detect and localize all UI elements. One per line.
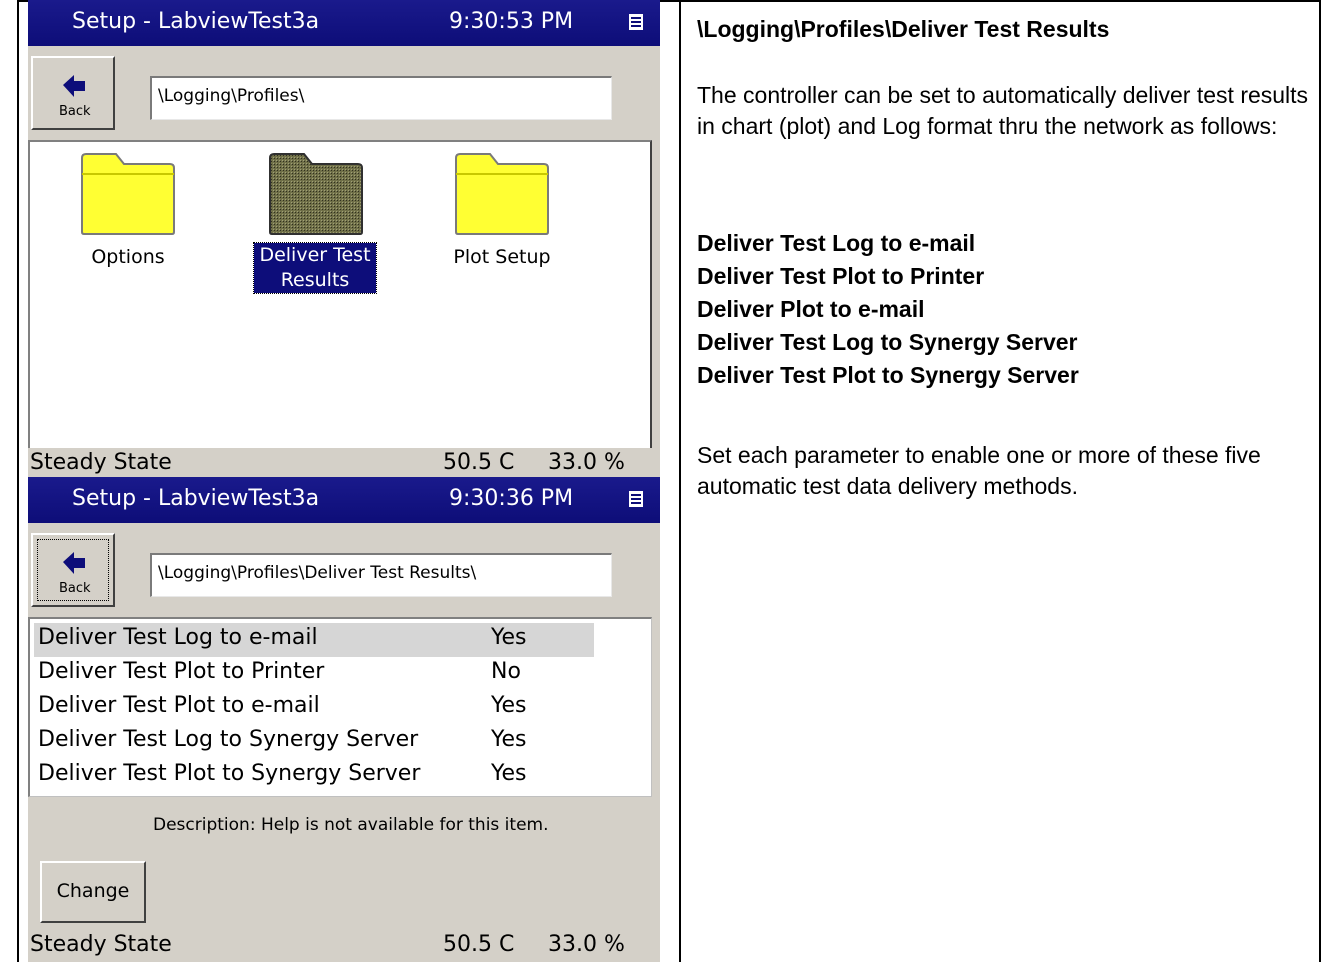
delivery-method-item: Deliver Test Log to Synergy Server — [697, 329, 1078, 355]
back-arrow-icon — [63, 552, 85, 574]
list-item[interactable]: Deliver Test Plot to e-mail Yes — [34, 691, 594, 725]
back-button[interactable]: Back — [31, 533, 115, 607]
back-label: Back — [59, 581, 91, 596]
list-item-label: Deliver Test Plot to Synergy Server — [38, 761, 421, 786]
status-temperature: 50.5 C — [443, 450, 515, 475]
status-humidity: 33.0 % — [548, 932, 625, 957]
change-button[interactable]: Change — [40, 861, 146, 923]
folder-label-deliver-test-results: Deliver Test Results — [253, 242, 377, 294]
list-item-label: Deliver Test Plot to Printer — [38, 659, 325, 684]
title-bar: Setup - LabviewTest3a 9:30:53 PM — [28, 0, 660, 46]
back-arrow-icon — [63, 75, 85, 97]
list-item-value: Yes — [491, 625, 527, 650]
list-item-label: Deliver Test Plot to e-mail — [38, 693, 320, 718]
list-item-value: Yes — [491, 727, 527, 752]
table-divider — [679, 0, 681, 962]
settings-list-screen: Setup - LabviewTest3a 9:30:36 PM Back \L… — [28, 477, 660, 962]
outro-paragraph: Set each parameter to enable one or more… — [697, 442, 1261, 499]
delivery-method-item: Deliver Test Log to e-mail — [697, 230, 976, 256]
delivery-method-item: Deliver Test Plot to Synergy Server — [697, 362, 1079, 388]
list-item-value: Yes — [491, 693, 527, 718]
clock: 9:30:36 PM — [449, 486, 574, 511]
status-bar: Steady State 50.5 C 33.0 % — [28, 930, 660, 960]
folder-label-line2: Results — [280, 269, 350, 291]
list-item-label: Deliver Test Log to e-mail — [38, 625, 318, 650]
back-label: Back — [59, 104, 91, 119]
keyboard-icon[interactable] — [629, 491, 643, 507]
status-state: Steady State — [30, 932, 172, 957]
folder-icon — [81, 153, 175, 235]
title-bar: Setup - LabviewTest3a 9:30:36 PM — [28, 477, 660, 523]
folder-label-line1: Deliver Test — [259, 244, 371, 266]
folder-icon — [269, 153, 363, 235]
folder-browser-screen: Setup - LabviewTest3a 9:30:53 PM Back \L… — [28, 0, 660, 478]
folder-view: Options Deliver Test Results Plot Setup — [28, 140, 652, 450]
window-title: Setup - LabviewTest3a — [72, 486, 320, 511]
keyboard-icon[interactable] — [629, 14, 643, 30]
delivery-method-item: Deliver Test Plot to Printer — [697, 263, 985, 289]
clock: 9:30:53 PM — [449, 9, 574, 34]
path-field[interactable]: \Logging\Profiles\ — [150, 76, 612, 120]
list-item-label: Deliver Test Log to Synergy Server — [38, 727, 419, 752]
table-border-left — [17, 0, 19, 962]
list-item[interactable]: Deliver Test Plot to Printer No — [34, 657, 594, 691]
item-description: Description: Help is not available for t… — [153, 815, 549, 835]
settings-list: Deliver Test Log to e-mail Yes Deliver T… — [28, 617, 652, 797]
status-state: Steady State — [30, 450, 172, 475]
list-item-value: Yes — [491, 761, 527, 786]
list-item-value: No — [491, 659, 521, 684]
folder-label-options: Options — [91, 246, 165, 268]
status-temperature: 50.5 C — [443, 932, 515, 957]
list-item[interactable]: Deliver Test Log to e-mail Yes — [34, 623, 594, 657]
delivery-methods-list: Deliver Test Log to e-mail Deliver Test … — [697, 228, 1079, 393]
intro-paragraph: The controller can be set to automatical… — [697, 82, 1309, 139]
delivery-method-item: Deliver Plot to e-mail — [697, 296, 925, 322]
list-item[interactable]: Deliver Test Plot to Synergy Server Yes — [34, 759, 594, 793]
window-title: Setup - LabviewTest3a — [72, 9, 320, 34]
section-heading: \Logging\Profiles\Deliver Test Results — [697, 16, 1110, 42]
list-item[interactable]: Deliver Test Log to Synergy Server Yes — [34, 725, 594, 759]
status-bar: Steady State 50.5 C 33.0 % — [28, 448, 660, 478]
path-field[interactable]: \Logging\Profiles\Deliver Test Results\ — [150, 553, 612, 597]
folder-icon — [455, 153, 549, 235]
status-humidity: 33.0 % — [548, 450, 625, 475]
back-button[interactable]: Back — [31, 56, 115, 130]
folder-label-plot-setup: Plot Setup — [453, 246, 551, 268]
